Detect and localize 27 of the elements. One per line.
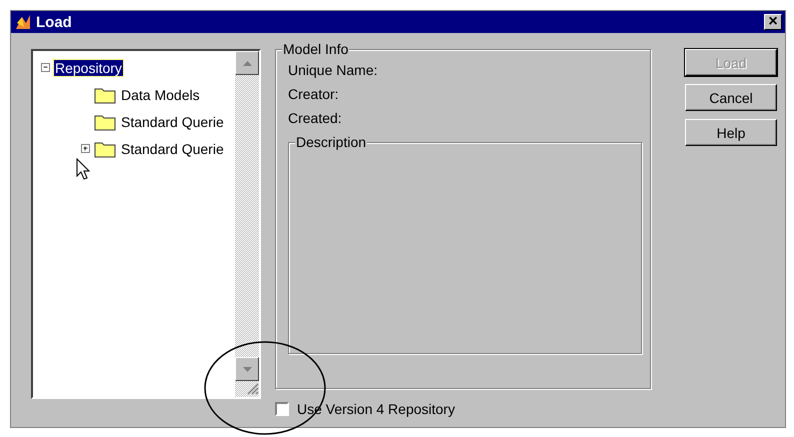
folder-icon	[94, 112, 116, 130]
expand-icon[interactable]	[81, 144, 90, 153]
folder-icon	[94, 86, 116, 104]
resize-grip-icon[interactable]	[245, 381, 259, 395]
dialog-button[interactable]: Cancel	[685, 84, 777, 111]
scrollbar[interactable]	[235, 51, 259, 397]
window-title: Load	[36, 14, 73, 30]
folder-icon	[94, 140, 116, 158]
field-label: Created:	[288, 109, 343, 128]
tree-item[interactable]: Data Models	[120, 86, 201, 102]
mouse-cursor-icon	[76, 158, 90, 180]
field-label: Unique Name:	[288, 61, 378, 80]
scroll-up-button[interactable]	[235, 51, 259, 75]
app-icon	[14, 13, 32, 31]
scroll-down-button[interactable]	[235, 357, 259, 381]
tree-item[interactable]: Standard Querie	[120, 140, 225, 156]
dialog-button[interactable]: Help	[685, 119, 777, 146]
group-title: Model Info	[282, 41, 350, 57]
checkbox[interactable]	[275, 402, 289, 416]
close-button[interactable]: ×	[764, 14, 782, 30]
tree-item[interactable]: Repository	[54, 60, 123, 76]
tree-item[interactable]: Standard Querie	[120, 114, 225, 130]
down-arrow-icon	[242, 366, 252, 372]
up-arrow-icon	[242, 60, 252, 66]
group-title: Description	[295, 134, 368, 150]
field-label: Creator:	[288, 85, 340, 104]
collapse-icon[interactable]	[41, 63, 50, 72]
